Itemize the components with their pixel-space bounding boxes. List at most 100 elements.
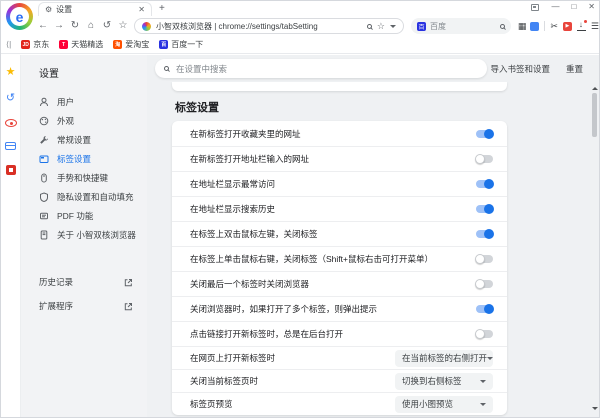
settings-search-input[interactable] [176,64,478,74]
favorite-icon[interactable]: ☆ [118,21,128,31]
select-dropdown[interactable]: 使用小图预览 [395,396,493,413]
toolbar: ← → ↻ ⌂ ↺ ☆ 小智双核浏览器 | chrome://settings/… [1,16,599,36]
gear-icon: ⚙ [45,6,52,14]
search-icon[interactable] [500,24,505,29]
toolbar-icons: ▦ ✂ ▶ ↓ ☰ [518,21,599,31]
tmall-icon: T [59,40,68,49]
toggle-switch[interactable] [476,130,493,138]
scrollbar[interactable] [591,82,598,415]
site-favicon [142,22,151,31]
home-icon[interactable]: ⌂ [86,21,96,31]
quick-search-box[interactable]: 百 百度 [411,18,511,34]
window-controls: — □ ✕ [531,3,595,11]
close-button[interactable]: ✕ [588,3,595,11]
browser-logo-icon: e [6,3,33,30]
favorites-panel-icon[interactable]: ★ [6,67,16,78]
bookmark-item[interactable]: 淘 爱淘宝 [113,39,149,50]
setting-row: 关闭浏览器时，如果打开了多个标签，则弹出提示 [172,296,507,321]
setting-row: 在网页上打开新标签时 在当前标签的右侧打开 [172,346,507,369]
taobao-icon: 淘 [113,40,122,49]
sidebar-link-history[interactable]: 历史记录 [21,270,147,294]
red-app-icon[interactable] [6,165,16,175]
jd-icon: JD [21,40,30,49]
download-badge [584,20,587,23]
scroll-up-arrow[interactable] [592,84,598,90]
setting-row: 标签页预览 使用小图预览 [172,392,507,415]
download-icon[interactable]: ↓ [577,22,586,31]
sidebar-item-appearance[interactable]: 外观 [21,111,147,130]
eye-icon[interactable] [5,119,17,127]
sidebar-item-pdf[interactable]: PDF 功能 [21,206,147,225]
tab-close-icon[interactable]: ✕ [138,6,145,14]
browser-tab[interactable]: ⚙ 设置 ✕ [38,2,152,16]
palette-icon [39,116,49,126]
collapse-sidebar-icon[interactable]: ⟨| [6,41,11,49]
header-actions: 导入书签和设置 重置 [490,63,583,75]
toggle-switch[interactable] [476,255,493,263]
settings-content: 导入书签和设置 重置 标签设置 在新标签打开收藏夹里的网址 在新标签打开地址栏输… [147,55,599,417]
toggle-switch[interactable] [476,230,493,238]
menu-icon[interactable]: ☰ [591,22,599,31]
select-dropdown[interactable]: 切换到右侧标签 [395,373,493,390]
shield-icon [39,192,49,202]
search-engine-label: 百度 [430,21,496,32]
reload-icon[interactable]: ↻ [70,21,80,31]
sidebar-item-gestures[interactable]: 手势和快捷键 [21,168,147,187]
side-panel-strip: ★ ↺ [1,55,21,417]
skin-icon[interactable] [531,4,539,11]
settings-search-box[interactable] [155,59,487,78]
reset-button[interactable]: 重置 [566,63,583,75]
bookmark-item[interactable]: JD 京东 [21,39,49,50]
toggle-switch[interactable] [476,155,493,163]
import-bookmarks-button[interactable]: 导入书签和设置 [490,63,550,75]
sidebar-item-privacy[interactable]: 隐私设置和自动填充 [21,187,147,206]
scroll-down-arrow[interactable] [592,407,598,413]
tab-title: 设置 [56,4,134,15]
sidebar-item-about[interactable]: 关于 小智双核浏览器 [21,225,147,244]
apps-grid-icon[interactable]: ▦ [518,22,526,31]
sidebar-item-tab-settings[interactable]: 标签设置 [21,149,147,168]
chevron-down-icon [480,403,486,409]
baidu-icon: 百 [159,40,168,49]
sidebar-item-user[interactable]: 用户 [21,92,147,111]
minimize-button[interactable]: — [551,3,559,11]
bookmarks-bar: ⟨| JD 京东 T 天猫精选 淘 爱淘宝 百 百度一下 [1,36,599,54]
toggle-switch[interactable] [476,180,493,188]
address-bar[interactable]: 小智双核浏览器 | chrome://settings/tabSetting ☆ [134,18,404,34]
chevron-down-icon[interactable] [390,25,396,31]
back-icon[interactable]: ← [38,21,48,31]
restore-tab-icon[interactable]: ↺ [102,21,112,31]
wallet-icon[interactable] [5,142,16,150]
video-tool-icon[interactable]: ▶ [563,22,572,31]
maximize-button[interactable]: □ [571,3,576,11]
toggle-switch[interactable] [476,330,493,338]
history-panel-icon[interactable]: ↺ [6,93,15,104]
bookmark-item[interactable]: 百 百度一下 [159,39,203,50]
chevron-down-icon [480,380,486,386]
address-text: 小智双核浏览器 | chrome://settings/tabSetting [156,21,362,32]
screenshot-scissors-icon[interactable]: ✂ [550,22,558,31]
sidebar-item-general[interactable]: 常规设置 [21,130,147,149]
info-icon [39,230,49,240]
bookmark-star-icon[interactable]: ☆ [377,22,385,31]
tab-strip: e ⚙ 设置 ✕ + — □ ✕ [1,1,599,16]
select-dropdown[interactable]: 在当前标签的右侧打开 [395,350,493,367]
settings-sidebar: 设置 用户 外观 常规设置 标签设置 手势和快捷键 [21,55,147,417]
pdf-icon [39,211,49,221]
setting-row: 在标签上双击鼠标左键，关闭标签 [172,221,507,246]
zoom-icon[interactable] [367,24,372,29]
bookmark-item[interactable]: T 天猫精选 [59,39,103,50]
toggle-switch[interactable] [476,205,493,213]
setting-row: 点击链接打开新标签时，总是在后台打开 [172,321,507,346]
toggle-switch[interactable] [476,305,493,313]
sidebar-link-extensions[interactable]: 扩展程序 [21,294,147,318]
extension-blue-icon[interactable] [530,22,539,31]
setting-row: 在地址栏显示搜索历史 [172,196,507,221]
new-tab-button[interactable]: + [159,4,165,14]
forward-icon[interactable]: → [54,21,64,31]
setting-row: 在新标签打开收藏夹里的网址 [172,121,507,146]
external-link-icon [124,302,133,311]
scrollbar-thumb[interactable] [592,93,597,137]
main-area: ★ ↺ 设置 用户 外观 常规设置 标签设置 [1,55,599,417]
toggle-switch[interactable] [476,280,493,288]
